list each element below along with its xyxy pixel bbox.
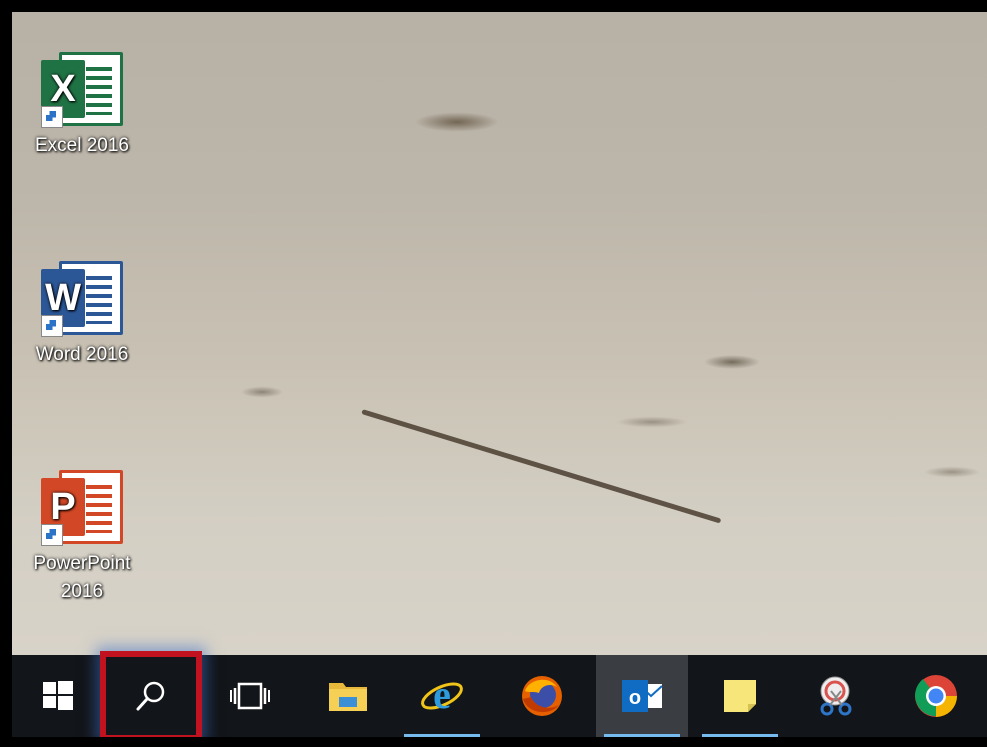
shortcut-arrow-icon xyxy=(41,524,63,546)
internet-explorer-icon: e xyxy=(421,673,463,717)
desktop-icon-label: PowerPoint xyxy=(33,553,131,574)
sticky-notes-button[interactable] xyxy=(694,655,786,737)
taskbar: e o xyxy=(12,651,987,741)
desktop-icon-excel[interactable]: X Excel 2016 xyxy=(19,50,145,160)
firefox-icon xyxy=(522,676,562,716)
chrome-icon xyxy=(915,675,957,717)
search-button[interactable] xyxy=(100,651,202,741)
snipping-tool-button[interactable] xyxy=(790,655,882,737)
desktop-icon-word[interactable]: W Word 2016 xyxy=(19,259,145,369)
excel-icon: X xyxy=(39,50,125,130)
chrome-button[interactable] xyxy=(890,655,982,737)
sticky-notes-icon xyxy=(724,680,756,712)
search-icon xyxy=(136,681,165,711)
shortcut-arrow-icon xyxy=(41,106,63,128)
file-explorer-button[interactable] xyxy=(302,655,394,737)
desktop-icon-label: 2016 xyxy=(60,581,104,602)
desktop-icon-label: Word 2016 xyxy=(35,344,129,365)
powerpoint-icon: P xyxy=(39,468,125,548)
svg-text:e: e xyxy=(433,673,451,717)
desktop[interactable]: X Excel 2016 W Word 2016 P PowerPoint 20… xyxy=(12,12,987,655)
task-view-button[interactable] xyxy=(204,655,296,737)
start-button[interactable] xyxy=(12,655,104,737)
outlook-icon: o xyxy=(622,680,663,712)
folder-icon xyxy=(329,683,367,711)
svg-text:o: o xyxy=(629,687,641,709)
outlook-button[interactable]: o xyxy=(596,655,688,737)
wallpaper-detail xyxy=(361,409,722,524)
snipping-tool-icon xyxy=(820,676,852,716)
screenshot-frame-bottom xyxy=(0,737,987,747)
task-view-icon xyxy=(230,682,270,710)
desktop-icon-label: Excel 2016 xyxy=(34,135,129,156)
word-icon: W xyxy=(39,259,125,339)
firefox-button[interactable] xyxy=(496,655,588,737)
windows-logo-icon xyxy=(43,681,73,710)
desktop-icon-powerpoint[interactable]: P PowerPoint 2016 xyxy=(19,468,145,606)
internet-explorer-button[interactable]: e xyxy=(396,655,488,737)
shortcut-arrow-icon xyxy=(41,315,63,337)
